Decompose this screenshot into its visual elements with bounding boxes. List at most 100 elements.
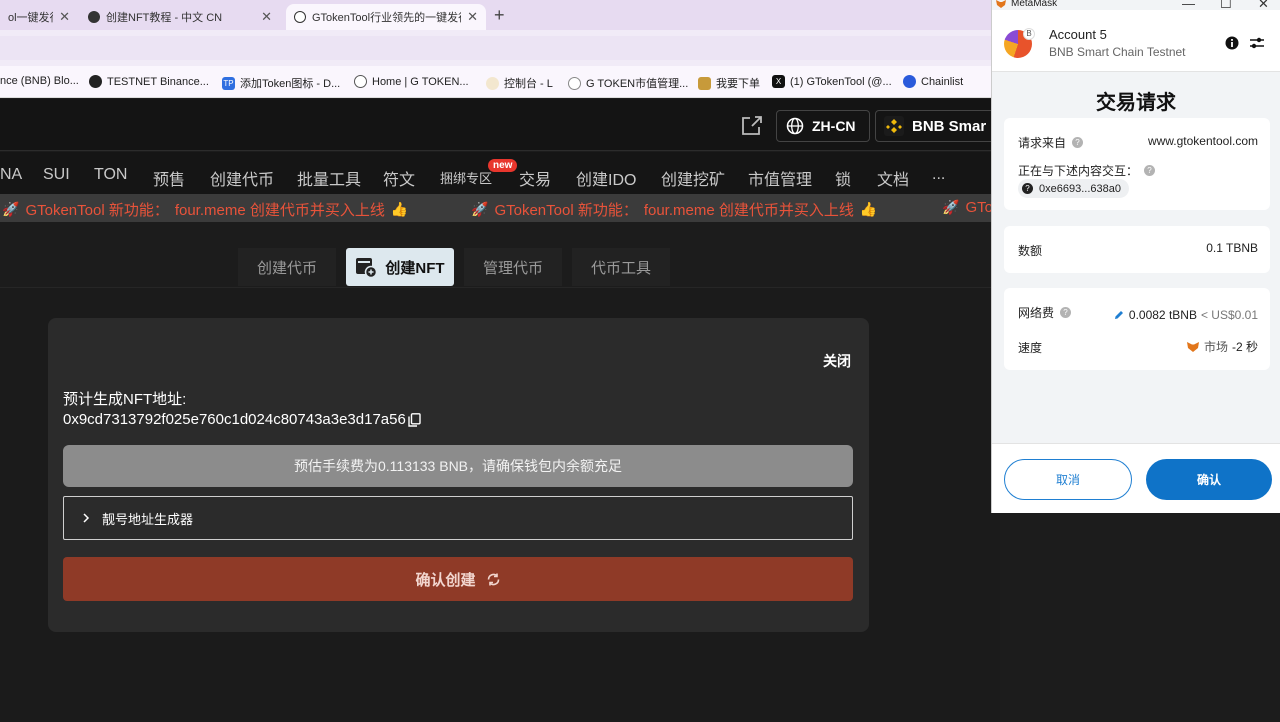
nav-item-batch-tools[interactable]: 批量工具 (297, 166, 361, 190)
bookmark-bnb-block[interactable]: nce (BNB) Blo... (0, 75, 79, 87)
contract-address: 0xe6693...638a0 (1039, 182, 1121, 195)
close-button[interactable]: 关闭 (823, 351, 851, 371)
edit-pencil-icon[interactable] (1113, 309, 1125, 321)
close-icon[interactable]: ✕ (467, 9, 478, 25)
fee-box (1004, 288, 1270, 370)
browser-tab-1[interactable]: ol一键发行 ✕ (0, 4, 78, 30)
tutorial-favicon-icon (88, 11, 100, 23)
nav-item-lock[interactable]: 锁 (835, 166, 851, 190)
contract-address-pill[interactable]: ? 0xe6693...638a0 (1018, 179, 1129, 198)
chain-selector[interactable]: BNB Smar (875, 110, 1005, 142)
fox-speed-icon (1186, 341, 1199, 352)
close-icon[interactable]: ✕ (261, 9, 272, 25)
bookmark-console[interactable]: 控制台 - L (486, 75, 553, 91)
info-icon[interactable] (1225, 36, 1239, 50)
bookmark-label: 添加Token图标 - D... (240, 78, 341, 90)
nav-item-ton[interactable]: TON (94, 166, 127, 184)
tab-label: 创建NFT (385, 259, 445, 277)
fee-label-row: 网络费 ? (1018, 304, 1072, 321)
nav-item-sui[interactable]: SUI (43, 166, 70, 184)
vanity-label: 靓号地址生成器 (102, 511, 194, 527)
copy-icon[interactable] (408, 412, 421, 427)
page-title: 交易请求 (1096, 92, 1176, 114)
tab-create-token[interactable]: 创建代币 (238, 248, 336, 286)
speed-value: 市场 (1203, 340, 1228, 354)
tab-create-nft[interactable]: 创建NFT (346, 248, 454, 286)
x-icon: X (772, 75, 785, 88)
bookmark-label: (1) GTokenTool (@... (790, 75, 892, 88)
share-icon[interactable] (740, 114, 764, 136)
ticker-item[interactable]: 🚀 GTokenTool 新功能： four.meme 创建代币并买入上线 👍 (2, 199, 408, 220)
bookmark-label: 我要下单 (716, 78, 760, 90)
close-icon[interactable]: ✕ (59, 9, 70, 25)
bookmark-add-token-icon[interactable]: TP 添加Token图标 - D... (222, 75, 340, 91)
nav-item[interactable]: NA (0, 166, 22, 184)
bookmark-order[interactable]: 我要下单 (698, 75, 760, 91)
nav-item-create-mining[interactable]: 创建挖矿 (661, 166, 725, 190)
language-label: ZH-CN (812, 118, 856, 134)
tab-title: 创建NFT教程 - 中文 CN (106, 12, 223, 24)
cancel-button[interactable]: 取消 (1004, 459, 1132, 500)
fee-value-row: 0.0082 tBNB < US$0.01 (1113, 308, 1258, 322)
predicted-address-label: 预计生成NFT地址: (63, 391, 187, 408)
order-icon (698, 76, 711, 90)
chainlist-icon (903, 75, 916, 88)
bookmark-chainlist[interactable]: Chainlist (903, 75, 963, 88)
browser-tab-3-active[interactable]: GTokenTool行业领先的一键发行 ✕ (286, 4, 486, 30)
bookmark-label: nce (BNB) Blo... (0, 75, 79, 87)
predicted-address: 0x9cd7313792f025e760c1d024c80743a3e3d17a… (63, 411, 421, 428)
bookmark-home-gtoken[interactable]: Home | G TOKEN... (354, 75, 469, 88)
interact-label: 正在与下述内容交互： (1018, 164, 1139, 178)
vanity-address-generator[interactable]: 靓号地址生成器 (63, 496, 853, 540)
rocket-icon: 🚀 (2, 201, 20, 217)
nft-icon (356, 258, 378, 278)
account-name[interactable]: Account 5 (1049, 27, 1107, 42)
new-tab-button[interactable]: + (494, 5, 505, 26)
ticker-item[interactable]: 🚀 GTokenTool 新功能： four.meme 创建代币并买入上线 👍 (471, 199, 877, 220)
tab-label: 创建代币 (256, 259, 317, 277)
browser-tab-2[interactable]: 创建NFT教程 - 中文 CN ✕ (80, 4, 280, 30)
nav-item-runes[interactable]: 符文 (383, 166, 415, 190)
nav-item-trade[interactable]: 交易 (519, 166, 551, 190)
confirm-button[interactable]: 确认 (1146, 459, 1272, 500)
ticker-text: four.meme 创建代币并买入上线 (174, 202, 385, 219)
language-selector[interactable]: ZH-CN (776, 110, 870, 142)
ticker-brand: GTokenTool 新功能： (494, 202, 638, 219)
rocket-icon: 🚀 (942, 199, 960, 215)
nav-item-create-ido[interactable]: 创建IDO (576, 166, 636, 190)
origin-label-row: 请求来自 ? (1018, 134, 1084, 151)
bookmark-testnet-binance[interactable]: TESTNET Binance... (89, 75, 209, 88)
help-icon[interactable]: ? (1060, 307, 1072, 318)
address-bar[interactable] (0, 36, 1000, 60)
bookmark-x-gtokentool[interactable]: X (1) GTokenTool (@... (772, 75, 892, 88)
network-badge: B (1023, 28, 1035, 40)
bookmark-label: G TOKEN市值管理... (586, 78, 689, 90)
confirm-create-button[interactable]: 确认创建 (63, 557, 853, 601)
help-icon[interactable]: ? (1144, 165, 1156, 176)
bnb-logo-icon (884, 116, 904, 136)
globe-icon (786, 117, 804, 135)
bookmark-label: TESTNET Binance... (107, 75, 209, 88)
chevron-right-icon (83, 513, 90, 523)
tab-title: GTokenTool行业领先的一键发行 (312, 12, 462, 24)
confirm-label: 确认 (1196, 473, 1221, 487)
nav-item-more[interactable]: ... (932, 166, 945, 184)
settings-sliders-icon[interactable] (1249, 36, 1265, 50)
nav-item-market-cap[interactable]: 市值管理 (748, 166, 812, 190)
nav-item-bundle[interactable]: 捆绑专区 (440, 168, 492, 187)
nav-item-docs[interactable]: 文档 (877, 166, 909, 190)
nav-item-presale[interactable]: 预售 (153, 166, 185, 190)
gtoken-icon (354, 75, 367, 88)
bookmark-gtoken-market[interactable]: G TOKEN市值管理... (568, 75, 688, 91)
help-icon[interactable]: ? (1072, 137, 1084, 148)
tab-label: 代币工具 (590, 259, 651, 277)
gtokentool-favicon-icon (294, 11, 306, 23)
bookmark-label: 控制台 - L (504, 78, 553, 90)
tab-manage-token[interactable]: 管理代币 (464, 248, 562, 286)
tab-token-tools[interactable]: 代币工具 (572, 248, 670, 286)
nav-item-create-token[interactable]: 创建代币 (210, 166, 274, 190)
rocket-icon: 🚀 (471, 201, 489, 217)
tab-title: ol一键发行 (8, 12, 53, 24)
interact-label-row: 正在与下述内容交互： ? (1018, 162, 1156, 179)
ticker-item[interactable]: 🚀 GTo (942, 199, 993, 216)
